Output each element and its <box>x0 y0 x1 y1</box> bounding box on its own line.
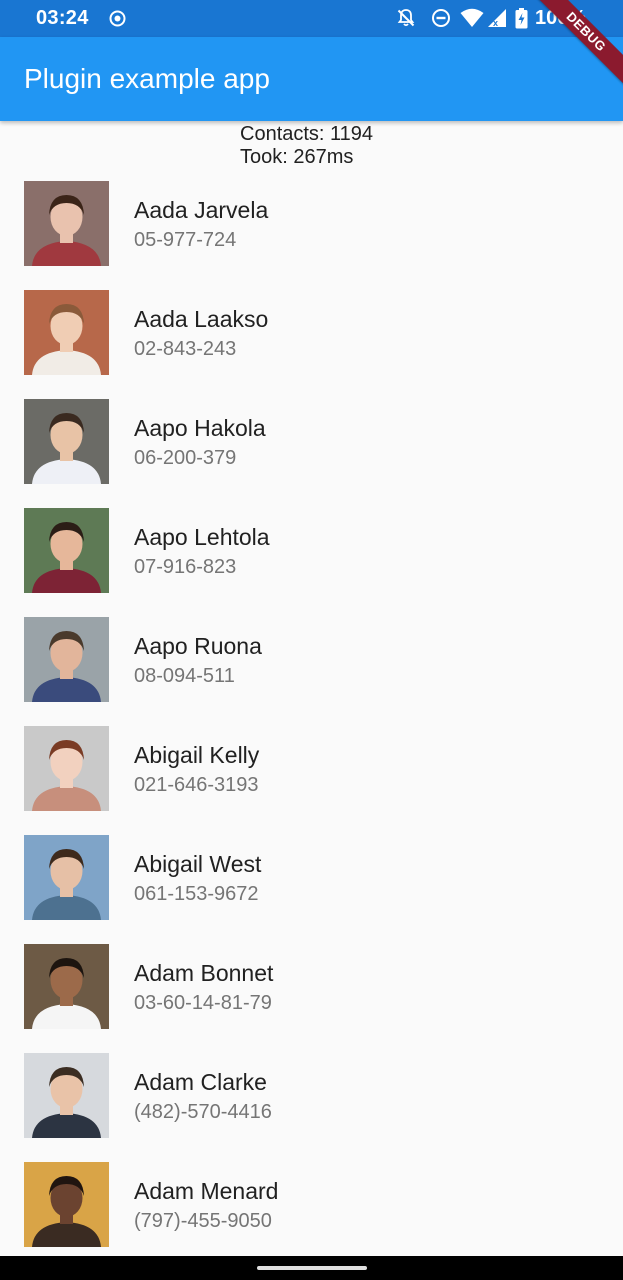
contact-list[interactable]: Aada Jarvela 05-977-724 Aada Laakso 02-843-… <box>0 167 623 1257</box>
cellular-signal-icon: x <box>488 9 506 28</box>
contact-avatar <box>24 1162 109 1247</box>
contact-list-item[interactable]: Aada Laakso 02-843-243 <box>0 276 623 385</box>
contact-phone: 05-977-724 <box>134 229 237 251</box>
battery-percentage: 100% <box>535 7 587 29</box>
status-bar: 03:24 x 100% <box>0 0 623 37</box>
load-time: Took: 267ms <box>240 146 354 168</box>
contact-name: Aada Laakso <box>134 306 269 332</box>
contact-phone: 021-646-3193 <box>134 774 259 796</box>
contact-name: Aapo Ruona <box>134 633 262 659</box>
contact-name: Adam Menard <box>134 1178 279 1204</box>
screen-record-icon <box>109 10 126 27</box>
svg-text:x: x <box>493 18 498 28</box>
contact-avatar <box>24 726 109 811</box>
contact-list-item[interactable]: Aapo Lehtola 07-916-823 <box>0 494 623 603</box>
contacts-count: Contacts: 1194 <box>240 123 374 145</box>
contact-list-item[interactable]: Aapo Hakola 06-200-379 <box>0 385 623 494</box>
contact-avatar <box>24 290 109 375</box>
contact-avatar <box>24 508 109 593</box>
contact-list-item[interactable]: Abigail West 061-153-9672 <box>0 821 623 930</box>
contact-phone: 07-916-823 <box>134 556 237 578</box>
contact-name: Aada Jarvela <box>134 197 269 223</box>
do-not-disturb-icon <box>432 9 450 27</box>
contact-name: Abigail Kelly <box>134 742 260 768</box>
contact-name: Aapo Hakola <box>134 415 266 441</box>
battery-charging-icon <box>515 8 528 29</box>
contact-phone: 03-60-14-81-79 <box>134 992 272 1014</box>
contact-phone: (482)-570-4416 <box>134 1101 272 1123</box>
contact-phone: 02-843-243 <box>134 338 237 360</box>
app-bar: Plugin example app <box>0 37 623 121</box>
contact-phone: (797)-455-9050 <box>134 1210 272 1232</box>
contact-name: Adam Clarke <box>134 1069 267 1095</box>
contact-list-item[interactable]: Abigail Kelly 021-646-3193 <box>0 712 623 821</box>
contact-phone: 08-094-511 <box>134 665 235 687</box>
status-time: 03:24 <box>36 7 89 29</box>
contact-avatar <box>24 181 109 266</box>
contact-avatar <box>24 944 109 1029</box>
contacts-summary: Contacts: 1194 Took: 267ms <box>240 123 373 169</box>
contact-avatar <box>24 1053 109 1138</box>
contact-phone: 061-153-9672 <box>134 883 259 905</box>
contact-list-item[interactable]: Adam Menard (797)-455-9050 <box>0 1148 623 1257</box>
home-gesture-handle[interactable] <box>257 1266 367 1270</box>
contact-list-item[interactable]: Adam Bonnet 03-60-14-81-79 <box>0 930 623 1039</box>
contact-name: Abigail West <box>134 851 262 877</box>
contact-name: Aapo Lehtola <box>134 524 270 550</box>
notifications-off-icon <box>397 9 415 27</box>
contact-avatar <box>24 835 109 920</box>
page-title: Plugin example app <box>24 63 270 94</box>
contact-avatar <box>24 617 109 702</box>
contact-name: Adam Bonnet <box>134 960 274 986</box>
contact-avatar <box>24 399 109 484</box>
contact-list-item[interactable]: Aada Jarvela 05-977-724 <box>0 167 623 276</box>
wifi-icon <box>460 8 484 27</box>
contact-list-item[interactable]: Aapo Ruona 08-094-511 <box>0 603 623 712</box>
contact-list-item[interactable]: Adam Clarke (482)-570-4416 <box>0 1039 623 1148</box>
navigation-bar <box>0 1256 623 1280</box>
contact-phone: 06-200-379 <box>134 447 237 469</box>
